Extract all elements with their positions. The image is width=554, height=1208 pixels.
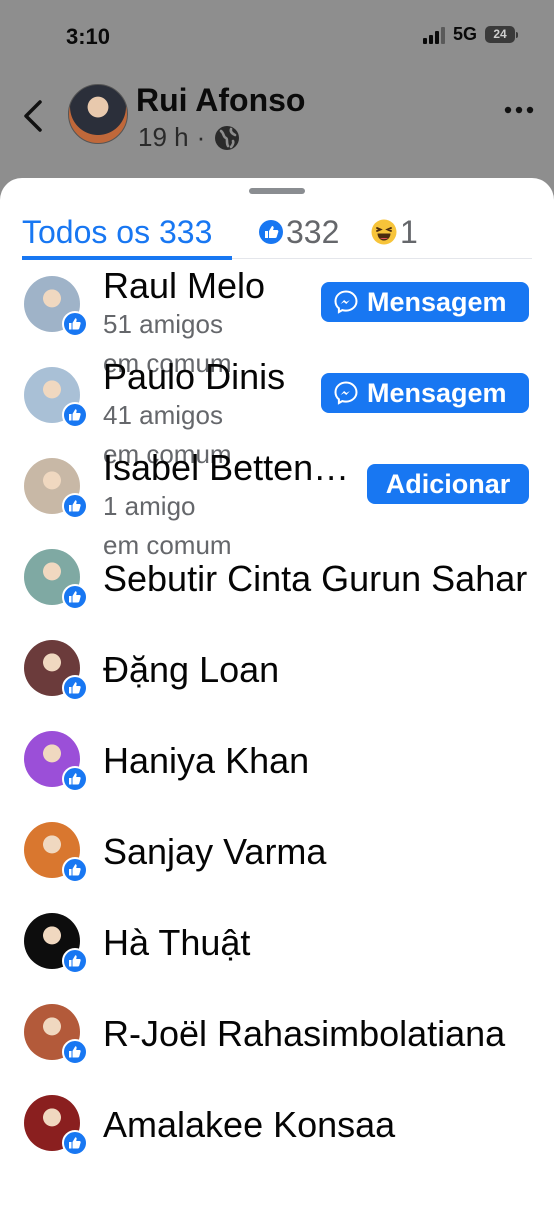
button-label: Mensagem bbox=[367, 286, 507, 317]
person-name[interactable]: Isabel Betten… bbox=[103, 448, 349, 488]
like-badge-icon bbox=[62, 857, 88, 883]
meta-separator: · bbox=[196, 122, 206, 152]
messenger-icon bbox=[334, 381, 358, 405]
status-bar: 3:10 5G 24 bbox=[0, 0, 554, 70]
post-meta: 19 h · bbox=[138, 122, 241, 153]
reactors-list: Raul Melo 51 amigos em comum Mensagem Paulo … bbox=[0, 266, 554, 1176]
person-name[interactable]: Sanjay Varma bbox=[103, 832, 326, 872]
status-icons: 5G 24 bbox=[422, 24, 518, 45]
button-label: Adicionar bbox=[385, 468, 511, 499]
messenger-icon bbox=[334, 290, 358, 314]
person-name[interactable]: Raul Melo bbox=[103, 266, 265, 306]
post-header: Rui Afonso 19 h · bbox=[0, 78, 554, 168]
person-name[interactable]: Amalakee Konsaa bbox=[103, 1105, 395, 1145]
tab-like-count: 332 bbox=[286, 213, 340, 250]
add-friend-button[interactable]: Adicionar bbox=[367, 464, 529, 504]
like-badge-icon bbox=[62, 493, 88, 519]
haha-icon bbox=[371, 219, 397, 245]
like-badge-icon bbox=[62, 948, 88, 974]
person-name[interactable]: R-Joël Rahasimbolatiana bbox=[103, 1014, 505, 1054]
list-item[interactable]: Sanjay Varma bbox=[0, 812, 554, 903]
status-time: 3:10 bbox=[66, 24, 111, 49]
tab-haha-count: 1 bbox=[400, 213, 418, 250]
like-badge-icon bbox=[62, 311, 88, 337]
like-icon bbox=[259, 220, 283, 244]
mutual-friends: 1 amigo bbox=[103, 491, 196, 521]
like-badge-icon bbox=[62, 1039, 88, 1065]
globe-icon bbox=[215, 125, 240, 150]
tab-haha[interactable]: 1 bbox=[370, 208, 418, 256]
person-name[interactable]: Haniya Khan bbox=[103, 741, 309, 781]
mutual-friends: 41 amigos bbox=[103, 400, 223, 430]
message-button[interactable]: Mensagem bbox=[321, 373, 529, 413]
chevron-left-icon[interactable] bbox=[20, 98, 48, 134]
mutual-friends: 51 amigos bbox=[103, 309, 223, 339]
like-badge-icon bbox=[62, 675, 88, 701]
list-item[interactable]: Đặng Loan bbox=[0, 630, 554, 721]
list-item[interactable]: Paulo Dinis 41 amigos em comum Mensagem bbox=[0, 357, 554, 468]
post-time: 19 h bbox=[138, 122, 189, 152]
author-name[interactable]: Rui Afonso bbox=[136, 82, 305, 119]
list-item[interactable]: Hà Thuật bbox=[0, 903, 554, 994]
list-item[interactable]: Sebutir Cinta Gurun Sahar bbox=[0, 539, 554, 630]
person-name[interactable]: Paulo Dinis bbox=[103, 357, 285, 397]
person-name[interactable]: Sebutir Cinta Gurun Sahar bbox=[103, 559, 527, 599]
tab-all-label: Todos os 333 bbox=[22, 213, 213, 250]
more-horizontal-icon[interactable] bbox=[504, 100, 534, 120]
active-tab-indicator bbox=[22, 256, 232, 260]
signal-icon bbox=[422, 26, 445, 44]
tab-like[interactable]: 332 bbox=[258, 208, 339, 256]
reactions-sheet: Todos os 333 332 1 Raul Melo 51 amigos em … bbox=[0, 178, 554, 1208]
battery-icon: 24 bbox=[485, 26, 518, 43]
drag-handle[interactable] bbox=[249, 188, 305, 194]
reaction-tabs: Todos os 333 332 1 bbox=[22, 208, 532, 260]
message-button[interactable]: Mensagem bbox=[321, 282, 529, 322]
network-type: 5G bbox=[452, 24, 477, 44]
button-label: Mensagem bbox=[367, 377, 507, 408]
person-name[interactable]: Hà Thuật bbox=[103, 923, 250, 963]
like-badge-icon bbox=[62, 766, 88, 792]
person-name[interactable]: Đặng Loan bbox=[103, 650, 279, 690]
like-badge-icon bbox=[62, 402, 88, 428]
list-item[interactable]: R-Joël Rahasimbolatiana bbox=[0, 994, 554, 1085]
list-item[interactable]: Haniya Khan bbox=[0, 721, 554, 812]
list-item[interactable]: Isabel Betten… 1 amigo em comum Adicionar bbox=[0, 448, 554, 559]
like-badge-icon bbox=[62, 1130, 88, 1156]
battery-level: 24 bbox=[485, 26, 515, 43]
list-item[interactable]: Amalakee Konsaa bbox=[0, 1085, 554, 1176]
author-avatar[interactable] bbox=[68, 84, 128, 144]
like-badge-icon bbox=[62, 584, 88, 610]
list-item[interactable]: Raul Melo 51 amigos em comum Mensagem bbox=[0, 266, 554, 377]
tab-all[interactable]: Todos os 333 bbox=[22, 208, 212, 256]
